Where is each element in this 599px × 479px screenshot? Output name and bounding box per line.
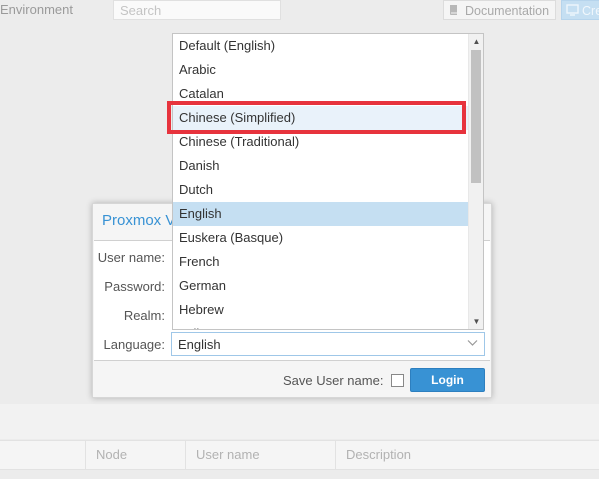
- highlight-annotation: [167, 101, 466, 134]
- language-select[interactable]: English: [171, 332, 485, 356]
- documentation-label: Documentation: [465, 4, 550, 18]
- scroll-down-arrow-icon[interactable]: ▼: [469, 314, 483, 329]
- column-description[interactable]: Description: [335, 441, 599, 469]
- scrollbar-thumb[interactable]: [471, 50, 481, 183]
- realm-label: Realm:: [123, 308, 165, 323]
- save-username-checkbox[interactable]: [391, 374, 404, 387]
- scroll-up-arrow-icon[interactable]: ▲: [469, 34, 483, 49]
- language-option-english[interactable]: English: [173, 202, 468, 226]
- language-option-french[interactable]: French: [173, 250, 468, 274]
- column-user-name[interactable]: User name: [185, 441, 335, 469]
- language-dropdown-list[interactable]: Default (English) Arabic Catalan Chinese…: [172, 33, 484, 330]
- console-label: Create: [582, 4, 599, 18]
- language-select-value: English: [178, 337, 221, 352]
- username-label: User name:: [97, 250, 165, 265]
- language-option-german[interactable]: German: [173, 274, 468, 298]
- console-button[interactable]: Create: [561, 0, 599, 20]
- top-toolbar: Environment Search Documentation Create: [0, 0, 599, 22]
- language-option-default-english[interactable]: Default (English): [173, 34, 468, 58]
- log-table-header: Node User name Description: [0, 440, 599, 470]
- chevron-down-icon[interactable]: [467, 336, 478, 350]
- monitor-icon: [566, 3, 579, 19]
- column-node[interactable]: Node: [85, 441, 185, 469]
- documentation-button[interactable]: Documentation: [443, 0, 556, 20]
- log-panel-strip: [0, 404, 599, 439]
- language-option-arabic[interactable]: Arabic: [173, 58, 468, 82]
- book-icon: [448, 4, 460, 19]
- language-option-dutch[interactable]: Dutch: [173, 178, 468, 202]
- language-option-euskera[interactable]: Euskera (Basque): [173, 226, 468, 250]
- language-label: Language:: [103, 337, 165, 352]
- password-label: Password:: [104, 279, 165, 294]
- save-username-label: Save User name:: [283, 373, 384, 388]
- language-option-italian[interactable]: Italian: [173, 322, 468, 329]
- search-input[interactable]: Search: [113, 0, 281, 20]
- language-option-hebrew[interactable]: Hebrew: [173, 298, 468, 322]
- environment-label: Environment: [0, 2, 73, 17]
- language-option-danish[interactable]: Danish: [173, 154, 468, 178]
- login-button[interactable]: Login: [410, 368, 485, 392]
- dropdown-scrollbar[interactable]: ▲ ▼: [468, 34, 483, 329]
